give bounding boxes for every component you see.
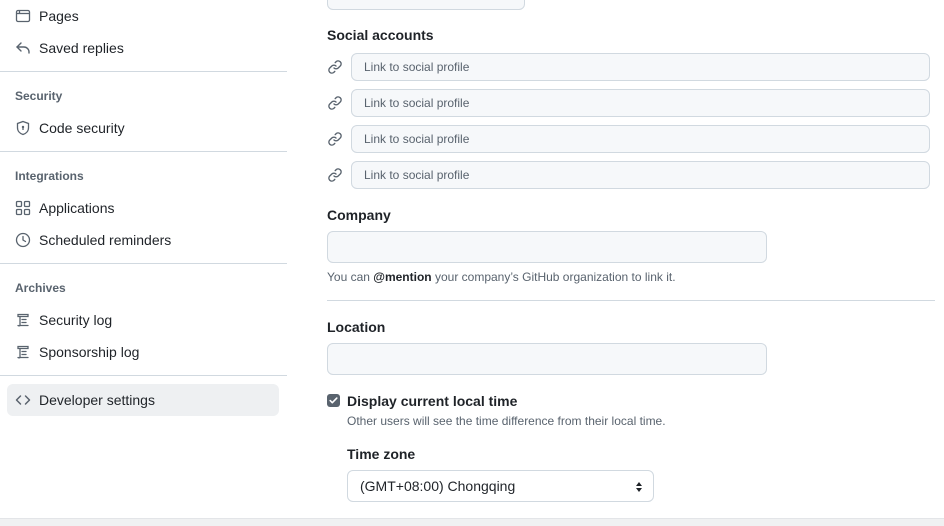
social-profile-input[interactable] [351,53,930,81]
timezone-value: (GMT+08:00) Chongqing [360,478,516,494]
log-icon [15,312,31,328]
location-input[interactable] [327,343,767,375]
company-label: Company [327,207,391,223]
section-divider [327,300,935,301]
sidebar-item-label: Applications [39,200,115,216]
link-icon [327,131,343,147]
social-account-row [327,89,930,117]
sidebar-item-developer-settings[interactable]: Developer settings [7,384,279,416]
sidebar-item-label: Security log [39,312,113,328]
sidebar-item-scheduled-reminders[interactable]: Scheduled reminders [7,224,279,256]
log-icon [15,344,31,360]
code-icon [15,392,31,408]
link-icon [327,167,343,183]
link-icon [327,59,343,75]
checkmark-icon [329,397,338,404]
sidebar-divider [0,71,287,72]
sidebar-item-security-log[interactable]: Security log [7,304,279,336]
bottom-scrollbar[interactable] [0,518,944,526]
settings-page: Pages Saved replies Security Code securi… [0,0,944,526]
social-account-row [327,53,930,81]
section-title-archives: Archives [15,281,66,295]
social-accounts-label: Social accounts [327,27,434,43]
sidebar-item-label: Sponsorship log [39,344,140,360]
sidebar-item-code-security[interactable]: Code security [7,112,279,144]
link-icon [327,95,343,111]
sidebar-divider [0,375,287,376]
section-title-integrations: Integrations [15,169,84,183]
timezone-label: Time zone [347,446,416,462]
local-time-label: Display current local time [347,393,518,409]
social-profile-input[interactable] [351,161,930,189]
sidebar-item-applications[interactable]: Applications [7,192,279,224]
browser-icon [15,8,31,24]
sidebar-item-label: Scheduled reminders [39,232,172,248]
cropped-button[interactable] [327,0,525,10]
timezone-select[interactable]: (GMT+08:00) Chongqing [347,470,654,502]
company-note-suffix: your company’s GitHub organization to li… [431,270,676,284]
mention-text: @mention [373,270,432,284]
sidebar-divider [0,151,287,152]
local-time-note: Other users will see the time difference… [347,414,666,428]
social-profile-input[interactable] [351,125,930,153]
sidebar-item-sponsorship-log[interactable]: Sponsorship log [7,336,279,368]
location-label: Location [327,319,386,335]
sidebar-item-label: Code security [39,120,125,136]
sidebar-item-saved-replies[interactable]: Saved replies [7,32,279,64]
reply-icon [15,40,31,56]
apps-icon [15,200,31,216]
sidebar-divider [0,263,287,264]
shield-lock-icon [15,120,31,136]
social-profile-input[interactable] [351,89,930,117]
company-input[interactable] [327,231,767,263]
sidebar-item-label: Saved replies [39,40,124,56]
clock-icon [15,232,31,248]
section-title-security: Security [15,89,63,103]
social-account-row [327,161,930,189]
sidebar-item-pages[interactable]: Pages [7,0,279,32]
company-note-prefix: You can [327,270,374,284]
select-arrows-icon [636,482,642,492]
company-note: You can @mention your company’s GitHub o… [327,270,676,284]
local-time-checkbox[interactable] [327,394,340,407]
sidebar-item-label: Developer settings [39,392,155,408]
social-account-row [327,125,930,153]
sidebar-item-label: Pages [39,8,79,24]
